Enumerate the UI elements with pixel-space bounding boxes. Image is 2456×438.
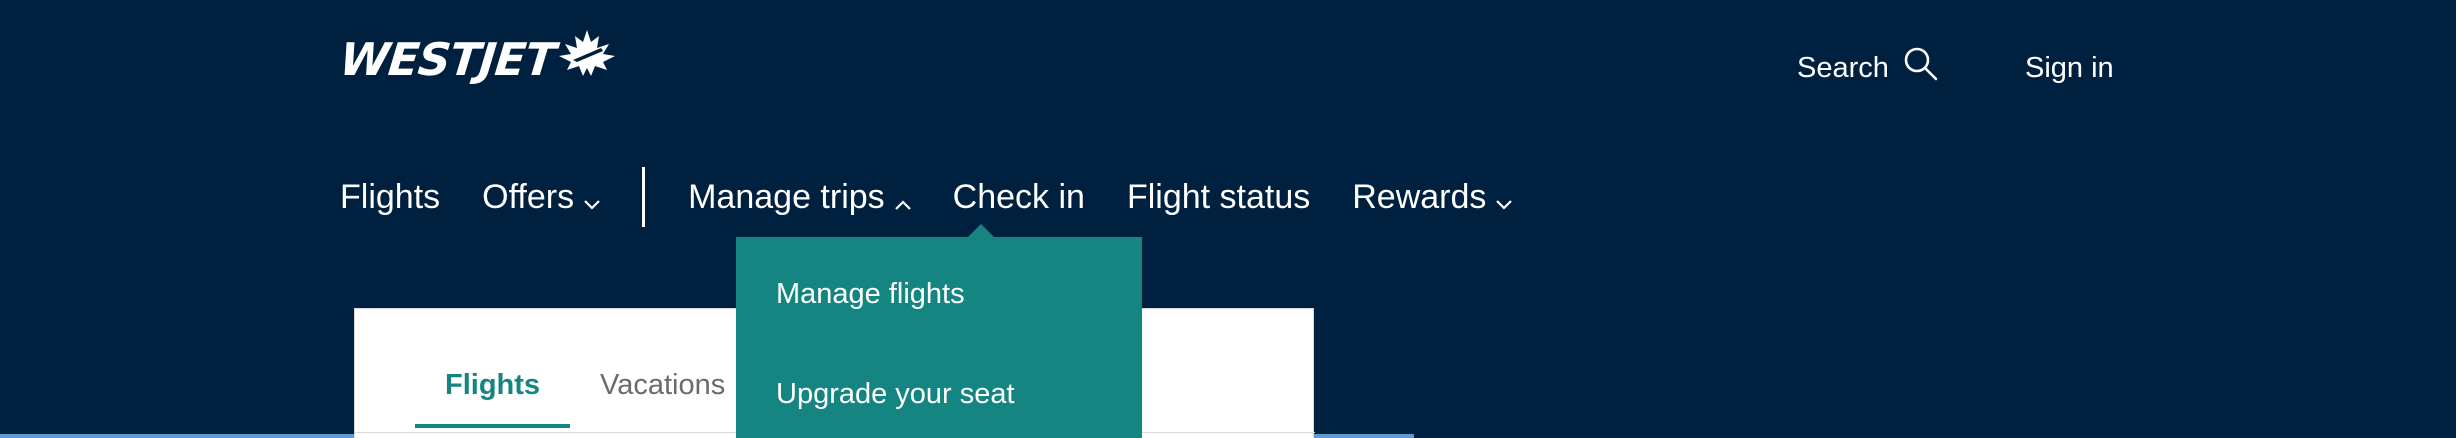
chevron-down-icon [1496,180,1513,219]
nav-manage-trips-label: Manage trips [688,177,885,216]
search-label: Search [1797,51,1889,84]
main-navigation: Flights Offers Manage trips Check in Fli… [340,167,1513,227]
logo-wordmark: WESTJET [337,32,558,86]
menu-item-upgrade-seat[interactable]: Upgrade your seat [776,378,1015,411]
nav-rewards[interactable]: Rewards [1352,176,1513,219]
chevron-down-icon [584,180,600,219]
nav-flight-status[interactable]: Flight status [1127,178,1310,217]
nav-rewards-label: Rewards [1352,177,1487,216]
sign-in-label: Sign in [2025,51,2114,84]
dropdown-caret [968,224,994,237]
nav-check-in[interactable]: Check in [953,178,1085,217]
maple-leaf-plane-icon [557,28,617,83]
search-icon [1889,46,1939,90]
nav-manage-trips[interactable]: Manage trips [688,176,911,219]
nav-flight-status-label: Flight status [1126,177,1311,216]
nav-check-in-label: Check in [952,177,1085,216]
booking-tabs: Flights Vacations [415,369,755,428]
tab-vacations[interactable]: Vacations [570,369,755,428]
westjet-logo[interactable]: WESTJET [337,28,617,90]
nav-flights-label: Flights [340,177,441,216]
site-header: WESTJET Search Sign in Flights Offers Ma… [0,0,2456,438]
nav-offers[interactable]: Offers [482,176,600,219]
search-button[interactable]: Search [1797,46,1939,90]
menu-item-manage-flights[interactable]: Manage flights [776,278,965,311]
nav-divider [642,167,646,227]
tab-flights[interactable]: Flights [415,369,571,428]
sign-in-link[interactable]: Sign in [2025,48,2114,88]
chevron-up-icon [894,180,911,219]
nav-flights[interactable]: Flights [340,178,440,217]
nav-offers-label: Offers [482,177,575,216]
